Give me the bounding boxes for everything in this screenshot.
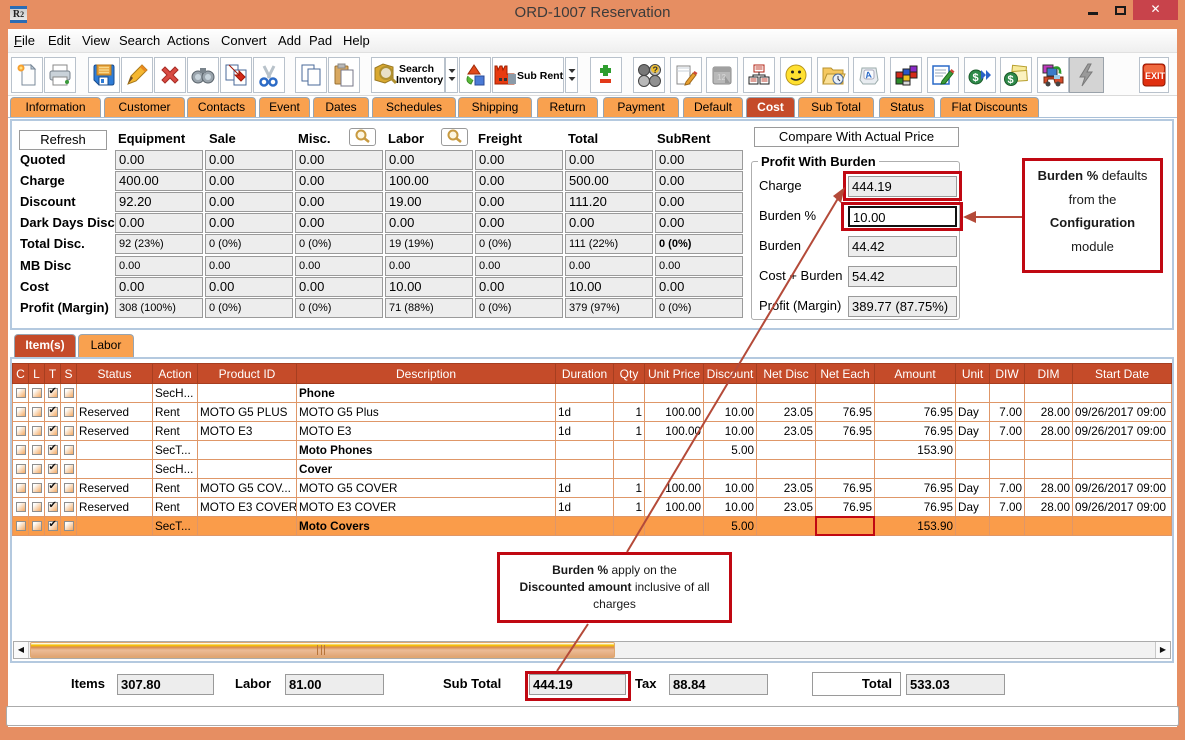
svg-text:$: $: [973, 72, 979, 84]
svg-text:$: $: [1008, 74, 1014, 86]
svg-text:Sub Rent: Sub Rent: [517, 70, 563, 82]
svg-text:EXIT: EXIT: [1145, 71, 1166, 81]
svg-text:Inventory: Inventory: [396, 74, 443, 86]
svg-text:?: ?: [653, 65, 659, 75]
